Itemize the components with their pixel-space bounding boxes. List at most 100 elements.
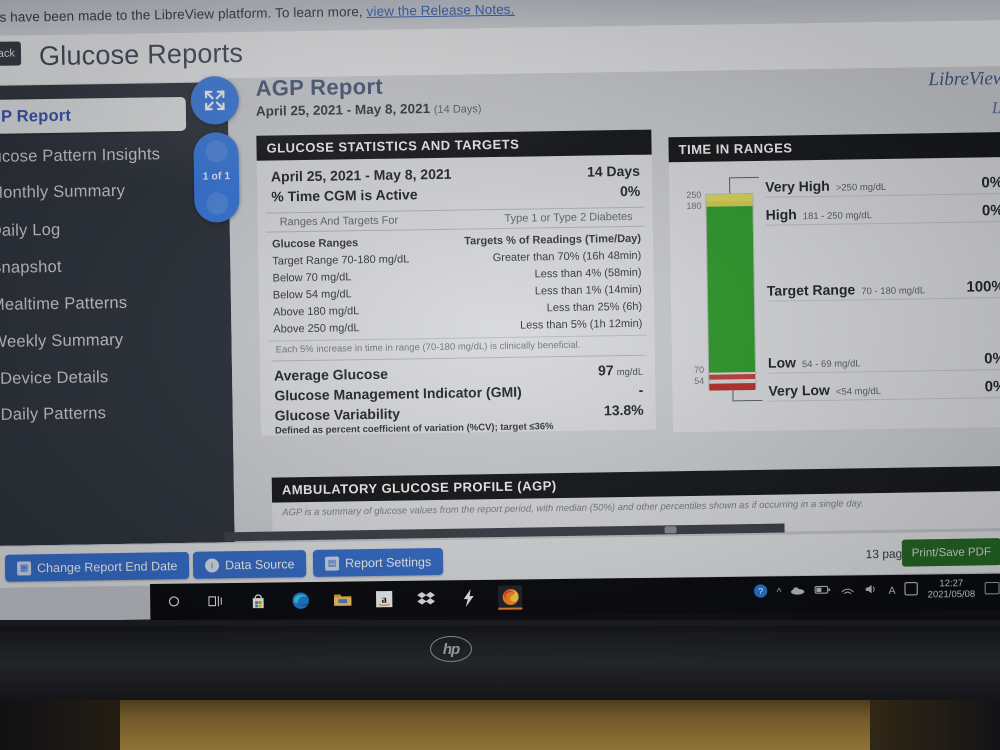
sidebar-item-daily-log[interactable]: Daily Log	[0, 209, 230, 249]
range-bounds: 181 - 250 mg/dL	[802, 210, 873, 223]
microsoft-store-icon[interactable]	[246, 589, 270, 613]
info-icon: i	[204, 557, 220, 573]
stats-days-value: 14 Days	[586, 162, 641, 180]
range-percent: 0%	[981, 202, 1000, 220]
language-icon[interactable]: A	[889, 585, 896, 597]
ranges-targets-table: Glucose Ranges Targets % of Readings (Ti…	[258, 227, 655, 338]
range-name: Target Range	[766, 281, 856, 299]
hp-logo: hp	[430, 636, 472, 662]
action-center-icon[interactable]	[904, 582, 919, 599]
diabetes-type-label: Type 1 or Type 2 Diabetes	[504, 210, 633, 225]
gmi-label: Glucose Management Indicator (GMI)	[274, 383, 522, 404]
release-notes-link[interactable]: view the Release Notes.	[366, 2, 514, 19]
range-bounds: 54 - 69 mg/dL	[801, 358, 861, 371]
target-cell: Less than 5% (1h 12min)	[519, 317, 643, 332]
chevron-down-icon[interactable]	[205, 192, 229, 215]
calendar-icon: ▦	[16, 560, 32, 576]
range-cell: Below 54 mg/dL	[272, 287, 352, 302]
print-save-pdf-button[interactable]: Print/Save PDF	[901, 538, 1000, 567]
range-row-low: Low 54 - 69 mg/dL 0% (0min)	[767, 350, 1000, 374]
report-settings-label: Report Settings	[344, 554, 432, 570]
clinical-benefit-footnote: Each 5% increase in time in range (70-18…	[267, 334, 647, 356]
notification-text: ates have been made to the LibreView pla…	[0, 4, 363, 26]
laptop-photo: ates have been made to the LibreView pla…	[0, 0, 1000, 750]
range-cell: Above 180 mg/dL	[272, 304, 360, 319]
report-date-range-text: April 25, 2021 - May 8, 2021	[255, 101, 431, 119]
range-row-very-high: Very High >250 mg/dL 0% (0min)	[765, 174, 1000, 198]
range-bounds: >250 mg/dL	[835, 181, 887, 194]
taskbar-clock[interactable]: 12:27 2021/05/08	[927, 578, 976, 601]
data-source-button[interactable]: i Data Source	[192, 550, 307, 579]
sidebar-item-mealtime-patterns[interactable]: Mealtime Patterns	[0, 283, 231, 323]
gmi-value: -	[638, 381, 644, 398]
target-cell: Less than 4% (58min)	[534, 266, 642, 280]
lightning-icon[interactable]	[456, 586, 480, 610]
task-view-icon[interactable]	[204, 589, 228, 613]
range-row-very-low: Very Low <54 mg/dL 0% (0min)	[768, 378, 1000, 402]
report-canvas[interactable]: AGP Report April 25, 2021 - May 8, 2021 …	[227, 65, 1000, 541]
chevron-up-icon[interactable]: ^	[777, 586, 782, 598]
page-indicator-label: 1 of 1	[202, 170, 231, 183]
laptop-deck	[0, 632, 1000, 710]
range-name: Very Low	[768, 381, 830, 399]
svg-text:a: a	[381, 594, 387, 606]
stats-date-range: April 25, 2021 - May 8, 2021	[270, 165, 452, 185]
report-title: AGP Report	[255, 73, 384, 101]
clock-date: 2021/05/08	[927, 588, 976, 601]
bar-segment-low	[709, 371, 756, 380]
cloud-icon[interactable]	[791, 585, 806, 598]
volume-icon[interactable]	[864, 584, 879, 599]
expand-arrows-icon	[204, 90, 225, 111]
range-stacked-bar	[705, 192, 757, 391]
average-glucose-number: 97	[597, 362, 614, 379]
cgm-active-value: 0%	[619, 182, 641, 200]
range-row-high: High 181 - 250 mg/dL 0% (0min)	[765, 202, 1000, 226]
sidebar-item-device-details[interactable]: Device Details	[0, 357, 232, 397]
bar-segment-target	[706, 205, 756, 373]
amazon-icon[interactable]: a	[372, 587, 396, 611]
page-title: Glucose Reports	[38, 37, 244, 72]
time-in-ranges-card: TIME IN RANGES 250 180 70 54 Very High >…	[668, 131, 1000, 433]
axis-tick-180: 180	[686, 200, 702, 212]
libreview-logo: LibreView	[928, 67, 1000, 91]
range-name: High	[765, 206, 797, 223]
glucose-variability-value: 13.8%	[603, 401, 644, 419]
range-cell: Target Range 70-180 mg/dL	[272, 252, 410, 268]
battery-icon[interactable]	[814, 585, 832, 598]
axis-tick-54: 54	[694, 375, 705, 386]
range-legend-rows: Very High >250 mg/dL 0% (0min) High 181 …	[765, 174, 1000, 402]
range-percent: 100%	[966, 278, 1000, 296]
range-row-target: Target Range 70 - 180 mg/dL 100% (24h)	[766, 278, 1000, 302]
cgm-active-label: % Time CGM is Active	[271, 186, 418, 205]
firefox-icon[interactable]	[498, 585, 523, 610]
laptop-screen: ates have been made to the LibreView pla…	[0, 0, 1000, 622]
release-notes-notification: ates have been made to the LibreView pla…	[0, 2, 515, 25]
back-button[interactable]: Back	[0, 41, 22, 67]
report-settings-button[interactable]: ▤ Report Settings	[312, 547, 444, 577]
axis-tick-250: 250	[686, 189, 702, 201]
scrollbar-thumb[interactable]	[664, 526, 677, 534]
sidebar-item-agp-report[interactable]: GP Report	[0, 96, 187, 135]
network-icon[interactable]	[840, 584, 855, 598]
glucose-variability-label: Glucose Variability	[274, 405, 401, 424]
sidebar-item-daily-patterns[interactable]: Daily Patterns	[0, 393, 233, 433]
axis-tick-70: 70	[693, 364, 705, 375]
show-desktop-icon[interactable]	[984, 581, 1000, 598]
ranges-targets-label: Ranges And Targets For	[279, 214, 399, 229]
edge-icon[interactable]	[288, 588, 312, 612]
taskbar-icon-group: a	[162, 585, 523, 614]
sidebar-item-snapshot[interactable]: Snapshot	[0, 246, 231, 286]
range-cell: Glucose Ranges	[271, 236, 359, 251]
document-icon: ▤	[324, 556, 340, 571]
dropbox-icon[interactable]	[414, 586, 438, 610]
help-icon[interactable]: ?	[753, 583, 768, 601]
sidebar-item-weekly-summary[interactable]: Weekly Summary	[0, 320, 232, 360]
search-icon[interactable]	[162, 590, 186, 614]
change-report-end-date-button[interactable]: ▦ Change Report End Date	[4, 551, 190, 582]
data-source-label: Data Source	[224, 556, 295, 572]
average-glucose-unit: mg/dL	[616, 366, 644, 379]
range-cell: Above 250 mg/dL	[273, 321, 360, 336]
chevron-up-icon[interactable]	[204, 140, 228, 163]
file-explorer-icon[interactable]	[330, 588, 354, 612]
page-navigator[interactable]: 1 of 1	[193, 132, 240, 223]
